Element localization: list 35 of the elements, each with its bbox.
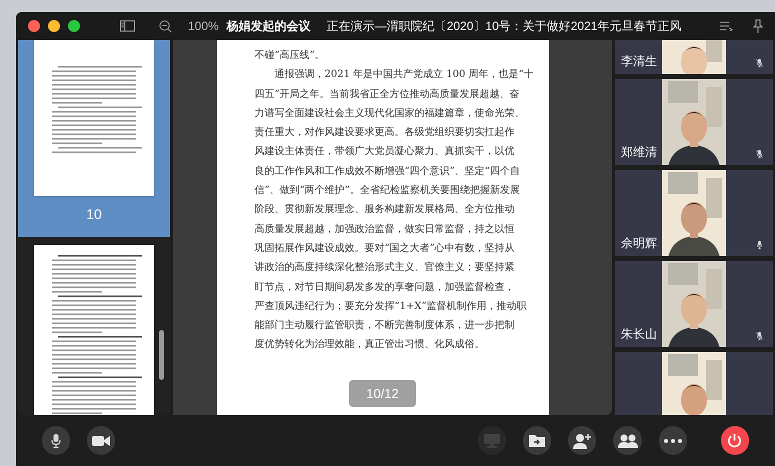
page-indicator: 10/12 (349, 380, 416, 407)
page-thumbnail[interactable]: 10 (18, 40, 170, 237)
invite-button[interactable] (568, 426, 596, 455)
zoom-level: 100% (188, 18, 219, 35)
sidebar-icon[interactable] (120, 20, 135, 32)
power-icon (727, 433, 742, 448)
mic-button[interactable] (42, 426, 70, 455)
participant-name: 朱长山 (621, 326, 657, 343)
scrollbar[interactable] (159, 330, 164, 380)
leave-button[interactable] (720, 426, 750, 455)
camera-button[interactable] (87, 426, 116, 455)
participant-name: 郑维清 (621, 144, 657, 161)
microphone-icon (50, 432, 62, 448)
host-label: 杨娟发起的会议 (226, 18, 311, 35)
folder-icon (529, 434, 546, 447)
pin-icon[interactable] (753, 19, 763, 33)
window-title: 正在演示—渭职院纪〔2020〕10号：关于做好2021年元旦春节正风 (326, 18, 682, 35)
participant-name: 佘明辉 (621, 235, 657, 252)
zoom-out-icon[interactable] (159, 20, 172, 32)
close-button[interactable] (28, 20, 40, 32)
page-number: 10 (86, 205, 102, 224)
list-icon[interactable] (720, 21, 733, 31)
maximize-button[interactable] (68, 20, 80, 32)
paragraph: 不碰“高压线”。 (254, 48, 325, 63)
camera-icon (92, 434, 110, 446)
screen-icon (484, 434, 500, 448)
members-button[interactable] (613, 426, 642, 455)
add-person-icon (573, 432, 592, 448)
more-icon (664, 438, 682, 442)
people-icon (618, 434, 638, 448)
more-button[interactable] (658, 426, 687, 455)
file-button[interactable] (523, 426, 552, 455)
participant-name: 李清生 (621, 53, 657, 70)
minimize-button[interactable] (48, 20, 60, 32)
paragraph: 通报强调，2021 年是中国共产党成立 100 周年，也是“十 四五”开局之年。当前我省正全方位推动高质量发展超越、奋 力谱写全面建设社会主义现代化国家的福建篇章，使命光荣、 责任重大，对作风建设要求更高。各级党组织要切实扛起作 风建设主体责任，带领广大党员凝心聚力、真抓实干，以优 良的工作作风和工作成效不断增强“四个意识”、坚定“四个自 信”、做到“两个维护”。全省纪检监察机关要围绕把握新发展 阶段、贯彻新发展理念、服务构建新发展格局、全方位推动 高质量发展超越，加强政治监督，做实日常监督，持之以恒 巩固拓展作风建设成效。要对“国之大者”心中有数，坚持从 讲政治的高度持续深化整治形式主义、官僚主义；要坚持紧 盯节点，对节日期间易发多发的享奢问题，加强监督检查， 严查顶风违纪行为；要充分发挥“1+X”监督机制作用，推动职 能部门主动履行监管职责，不断完善制度体系，进一步把制 度优势转化为治理效能，真正管出习惯、化风成俗。 (254, 68, 534, 352)
